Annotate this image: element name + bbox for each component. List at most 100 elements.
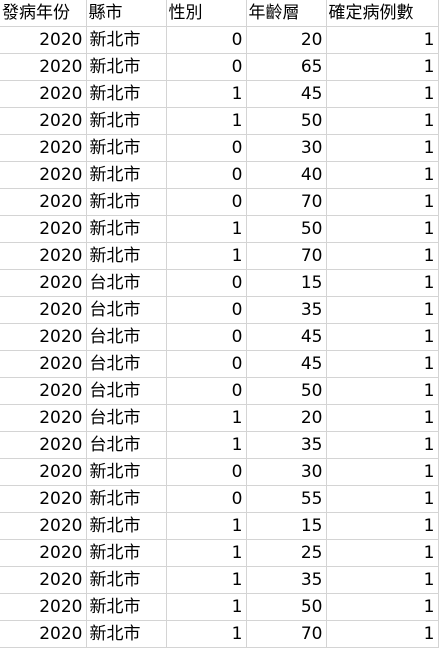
header-cell-sex[interactable]: 性別 — [166, 0, 247, 27]
confirmed-cases-cell[interactable]: 1 — [326, 350, 439, 378]
county-cell[interactable]: 新北市 — [86, 485, 167, 513]
confirmed-cases-cell[interactable]: 1 — [326, 593, 439, 621]
confirmed-cases-cell[interactable]: 1 — [326, 134, 439, 162]
onset-year-cell[interactable]: 2020 — [0, 512, 87, 540]
confirmed-cases-cell[interactable]: 1 — [326, 53, 439, 81]
county-cell[interactable]: 台北市 — [86, 350, 167, 378]
age-group-cell[interactable]: 15 — [246, 512, 327, 540]
header-cell-age-group[interactable]: 年齡層 — [246, 0, 327, 27]
sex-cell[interactable]: 0 — [166, 458, 247, 486]
confirmed-cases-cell[interactable]: 1 — [326, 161, 439, 189]
confirmed-cases-cell[interactable]: 1 — [326, 80, 439, 108]
onset-year-cell[interactable]: 2020 — [0, 377, 87, 405]
confirmed-cases-cell[interactable]: 1 — [326, 323, 439, 351]
onset-year-cell[interactable]: 2020 — [0, 620, 87, 648]
header-cell-confirmed-cases[interactable]: 確定病例數 — [326, 0, 439, 27]
onset-year-cell[interactable]: 2020 — [0, 188, 87, 216]
age-group-cell[interactable]: 70 — [246, 620, 327, 648]
onset-year-cell[interactable]: 2020 — [0, 134, 87, 162]
confirmed-cases-cell[interactable]: 1 — [326, 269, 439, 297]
age-group-cell[interactable]: 20 — [246, 26, 327, 54]
age-group-cell[interactable]: 25 — [246, 539, 327, 567]
confirmed-cases-cell[interactable]: 1 — [326, 539, 439, 567]
age-group-cell[interactable]: 55 — [246, 485, 327, 513]
confirmed-cases-cell[interactable]: 1 — [326, 458, 439, 486]
onset-year-cell[interactable]: 2020 — [0, 296, 87, 324]
onset-year-cell[interactable]: 2020 — [0, 566, 87, 594]
age-group-cell[interactable]: 70 — [246, 188, 327, 216]
sex-cell[interactable]: 1 — [166, 107, 247, 135]
confirmed-cases-cell[interactable]: 1 — [326, 485, 439, 513]
onset-year-cell[interactable]: 2020 — [0, 26, 87, 54]
county-cell[interactable]: 台北市 — [86, 269, 167, 297]
sex-cell[interactable]: 0 — [166, 53, 247, 81]
onset-year-cell[interactable]: 2020 — [0, 80, 87, 108]
age-group-cell[interactable]: 20 — [246, 404, 327, 432]
county-cell[interactable]: 新北市 — [86, 566, 167, 594]
sex-cell[interactable]: 0 — [166, 134, 247, 162]
confirmed-cases-cell[interactable]: 1 — [326, 188, 439, 216]
county-cell[interactable]: 台北市 — [86, 377, 167, 405]
confirmed-cases-cell[interactable]: 1 — [326, 404, 439, 432]
sex-cell[interactable]: 0 — [166, 269, 247, 297]
age-group-cell[interactable]: 65 — [246, 53, 327, 81]
age-group-cell[interactable]: 40 — [246, 161, 327, 189]
sex-cell[interactable]: 0 — [166, 161, 247, 189]
onset-year-cell[interactable]: 2020 — [0, 107, 87, 135]
age-group-cell[interactable]: 45 — [246, 323, 327, 351]
age-group-cell[interactable]: 45 — [246, 350, 327, 378]
age-group-cell[interactable]: 45 — [246, 80, 327, 108]
sex-cell[interactable]: 1 — [166, 593, 247, 621]
county-cell[interactable]: 新北市 — [86, 134, 167, 162]
county-cell[interactable]: 新北市 — [86, 512, 167, 540]
age-group-cell[interactable]: 35 — [246, 566, 327, 594]
confirmed-cases-cell[interactable]: 1 — [326, 242, 439, 270]
header-cell-onset-year[interactable]: 發病年份 — [0, 0, 87, 27]
county-cell[interactable]: 台北市 — [86, 404, 167, 432]
confirmed-cases-cell[interactable]: 1 — [326, 215, 439, 243]
age-group-cell[interactable]: 50 — [246, 215, 327, 243]
confirmed-cases-cell[interactable]: 1 — [326, 431, 439, 459]
onset-year-cell[interactable]: 2020 — [0, 242, 87, 270]
sex-cell[interactable]: 1 — [166, 80, 247, 108]
age-group-cell[interactable]: 30 — [246, 458, 327, 486]
age-group-cell[interactable]: 70 — [246, 242, 327, 270]
age-group-cell[interactable]: 15 — [246, 269, 327, 297]
onset-year-cell[interactable]: 2020 — [0, 485, 87, 513]
county-cell[interactable]: 新北市 — [86, 242, 167, 270]
onset-year-cell[interactable]: 2020 — [0, 458, 87, 486]
confirmed-cases-cell[interactable]: 1 — [326, 566, 439, 594]
age-group-cell[interactable]: 50 — [246, 107, 327, 135]
confirmed-cases-cell[interactable]: 1 — [326, 26, 439, 54]
sex-cell[interactable]: 1 — [166, 242, 247, 270]
onset-year-cell[interactable]: 2020 — [0, 269, 87, 297]
sex-cell[interactable]: 1 — [166, 539, 247, 567]
age-group-cell[interactable]: 50 — [246, 593, 327, 621]
onset-year-cell[interactable]: 2020 — [0, 323, 87, 351]
sex-cell[interactable]: 0 — [166, 485, 247, 513]
county-cell[interactable]: 新北市 — [86, 188, 167, 216]
county-cell[interactable]: 新北市 — [86, 53, 167, 81]
onset-year-cell[interactable]: 2020 — [0, 350, 87, 378]
onset-year-cell[interactable]: 2020 — [0, 593, 87, 621]
county-cell[interactable]: 新北市 — [86, 458, 167, 486]
sex-cell[interactable]: 1 — [166, 215, 247, 243]
sex-cell[interactable]: 1 — [166, 620, 247, 648]
sex-cell[interactable]: 0 — [166, 377, 247, 405]
county-cell[interactable]: 台北市 — [86, 296, 167, 324]
county-cell[interactable]: 新北市 — [86, 26, 167, 54]
county-cell[interactable]: 台北市 — [86, 323, 167, 351]
county-cell[interactable]: 新北市 — [86, 161, 167, 189]
sex-cell[interactable]: 0 — [166, 26, 247, 54]
county-cell[interactable]: 新北市 — [86, 593, 167, 621]
onset-year-cell[interactable]: 2020 — [0, 53, 87, 81]
sex-cell[interactable]: 0 — [166, 188, 247, 216]
age-group-cell[interactable]: 50 — [246, 377, 327, 405]
sex-cell[interactable]: 1 — [166, 566, 247, 594]
sex-cell[interactable]: 0 — [166, 323, 247, 351]
onset-year-cell[interactable]: 2020 — [0, 161, 87, 189]
confirmed-cases-cell[interactable]: 1 — [326, 377, 439, 405]
onset-year-cell[interactable]: 2020 — [0, 404, 87, 432]
confirmed-cases-cell[interactable]: 1 — [326, 107, 439, 135]
age-group-cell[interactable]: 35 — [246, 296, 327, 324]
